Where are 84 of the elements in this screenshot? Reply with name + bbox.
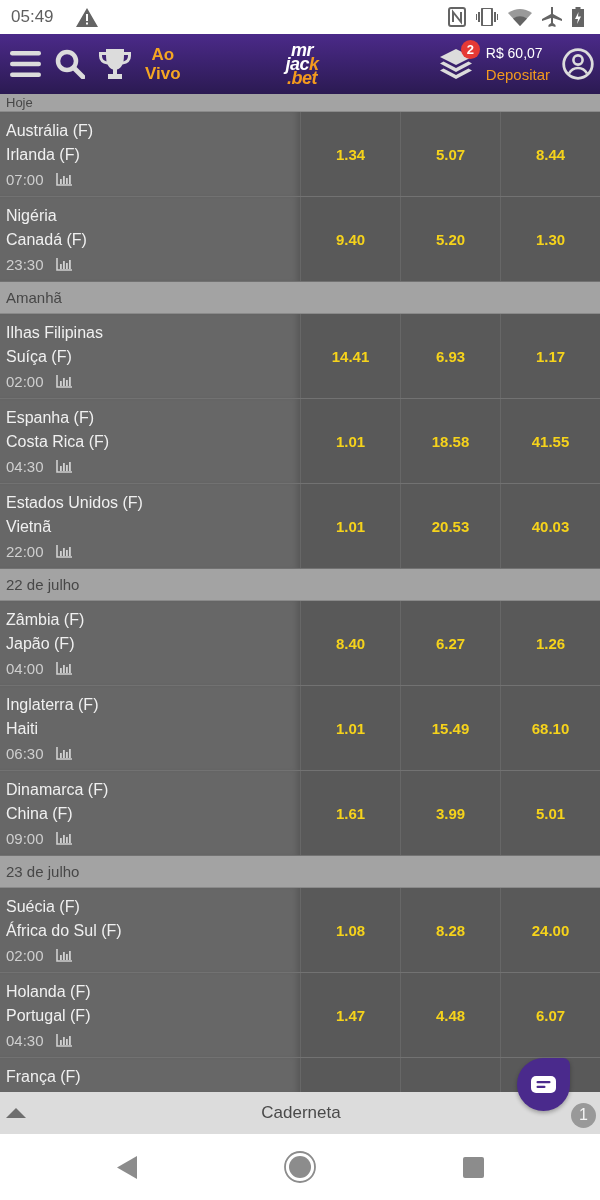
vibrate-icon xyxy=(476,8,498,26)
stats-icon[interactable] xyxy=(55,948,72,962)
date-header: Hoje xyxy=(0,94,600,112)
match-time: 06:30 xyxy=(6,744,44,762)
team-name: Austrália (F) xyxy=(6,121,95,141)
search-icon xyxy=(55,49,85,79)
battery-icon xyxy=(572,7,584,27)
team-name: Suíça (F) xyxy=(6,347,73,367)
wifi-icon xyxy=(508,8,532,26)
team-name: Canadá (F) xyxy=(6,230,88,250)
team-name: Dinamarca (F) xyxy=(6,780,110,800)
match-time: 09:00 xyxy=(6,829,44,847)
team-name: Vietnã xyxy=(6,517,53,537)
match-time: 02:00 xyxy=(6,372,44,390)
stats-icon[interactable] xyxy=(55,661,72,675)
team-name: Ilhas Filipinas xyxy=(6,323,104,343)
team-name: França (F) xyxy=(6,1067,82,1087)
user-icon xyxy=(562,48,594,80)
match-info[interactable]: Ilhas Filipinas Suíça (F) 02:00 xyxy=(0,314,300,398)
trophy-icon xyxy=(99,49,131,79)
stats-icon[interactable] xyxy=(55,831,72,845)
team-name: Irlanda (F) xyxy=(6,145,81,165)
chat-icon xyxy=(531,1076,556,1093)
match-time: 02:00 xyxy=(6,946,44,964)
stats-icon[interactable] xyxy=(55,172,72,186)
live-link[interactable]: Ao Vivo xyxy=(145,45,181,83)
team-name: Japão (F) xyxy=(6,634,76,654)
match-info[interactable]: Dinamarca (F) China (F) 09:00 xyxy=(0,771,300,855)
match-info[interactable]: Zâmbia (F) Japão (F) 04:00 xyxy=(0,601,300,685)
match-info[interactable]: Austrália (F) Irlanda (F) 07:00 xyxy=(0,112,300,196)
bet-slip-bar[interactable]: Caderneta 1 xyxy=(0,1092,600,1134)
team-name: Haiti xyxy=(6,719,39,739)
match-time: 04:30 xyxy=(6,1031,44,1049)
match-info[interactable]: Nigéria Canadá (F) 23:30 xyxy=(0,197,300,281)
match-info[interactable]: Estados Unidos (F) Vietnã 22:00 xyxy=(0,484,300,568)
trophy-button[interactable] xyxy=(99,49,131,79)
match-time: 23:30 xyxy=(6,255,44,273)
match-info[interactable]: Inglaterra (F) Haiti 06:30 xyxy=(0,686,300,770)
stats-icon[interactable] xyxy=(55,1033,72,1047)
match-time: 04:30 xyxy=(6,457,44,475)
match-time: 04:00 xyxy=(6,659,44,677)
match-info[interactable]: França (F) xyxy=(0,1058,300,1092)
team-name: Inglaterra (F) xyxy=(6,695,100,715)
stats-icon[interactable] xyxy=(55,746,72,760)
stats-icon[interactable] xyxy=(55,374,72,388)
stats-icon[interactable] xyxy=(55,257,72,271)
my-bets-button[interactable]: 2 xyxy=(439,40,480,79)
caret-up-icon xyxy=(6,1108,26,1118)
account-button[interactable] xyxy=(562,48,594,80)
match-info[interactable]: Suécia (F) África do Sul (F) 02:00 xyxy=(0,888,300,972)
team-name: China (F) xyxy=(6,804,74,824)
balance: R$ 60,07 xyxy=(485,45,544,61)
clock: 05:49 xyxy=(11,7,54,27)
team-name: Estados Unidos (F) xyxy=(6,493,144,513)
match-time: 07:00 xyxy=(6,170,44,188)
back-icon[interactable] xyxy=(117,1155,137,1179)
date-header: 23 de julho xyxy=(0,856,600,888)
team-name: Costa Rica (F) xyxy=(6,432,111,452)
team-name: Suécia (F) xyxy=(6,897,81,917)
count-badge: 2 xyxy=(460,40,480,59)
stats-icon[interactable] xyxy=(55,459,72,473)
search-button[interactable] xyxy=(55,49,85,79)
count-badge: 1 xyxy=(571,1102,596,1128)
team-name: África do Sul (F) xyxy=(6,920,123,941)
airplane-icon xyxy=(542,7,562,27)
team-name: Holanda (F) xyxy=(6,982,92,1002)
team-name: Zâmbia (F) xyxy=(6,610,86,630)
menu-icon xyxy=(10,51,41,77)
date-header: Amanhã xyxy=(0,282,600,314)
warning-icon xyxy=(75,7,98,27)
team-name: Espanha (F) xyxy=(6,408,96,428)
home-icon[interactable] xyxy=(284,1151,316,1183)
bet-slip-label: Caderneta xyxy=(261,1103,341,1123)
date-header: 22 de julho xyxy=(0,569,600,601)
team-name: Nigéria xyxy=(6,206,58,226)
match-time: 22:00 xyxy=(6,542,44,560)
match-info[interactable]: Holanda (F) Portugal (F) 04:30 xyxy=(0,973,300,1057)
team-name: Portugal (F) xyxy=(6,1006,92,1026)
nfc-icon xyxy=(448,7,466,27)
deposit-link[interactable]: Depositar xyxy=(485,66,550,83)
recents-icon[interactable] xyxy=(462,1156,484,1178)
match-info[interactable]: Espanha (F) Costa Rica (F) 04:30 xyxy=(0,399,300,483)
menu-button[interactable] xyxy=(10,51,41,77)
stats-icon[interactable] xyxy=(55,544,72,558)
